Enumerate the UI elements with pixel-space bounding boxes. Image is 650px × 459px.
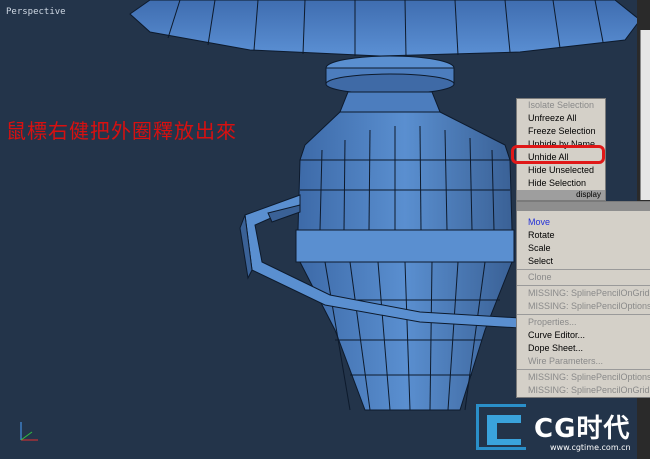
menu-item-isolate-selection[interactable]: Isolate Selection [517,99,605,112]
menu-item-scale[interactable]: Scale [517,242,650,255]
logo-mark-icon [476,404,526,450]
menu-item-missing-spline-pencil-ongrid-2[interactable]: MISSING: SplinePencilOnGrid`Sp [517,384,650,397]
menu-item-wire-parameters[interactable]: Wire Parameters... [517,355,650,368]
menu-item-dope-sheet[interactable]: Dope Sheet... [517,342,650,355]
cgtime-logo: CG时代 www.cgtime.com.cn [476,402,646,458]
tutorial-annotation: 鼠標右健把外圈釋放出來 [6,119,237,143]
quad-title-transform [517,202,650,211]
quad-title-display: display [517,190,605,200]
menu-item-clone[interactable]: Clone [517,271,650,284]
menu-separator [517,369,650,370]
menu-separator [517,285,650,286]
menu-item-move[interactable]: Move [517,216,650,229]
menu-item-hide-selection[interactable]: Hide Selection [517,177,605,190]
menu-item-missing-spline-pencil-ongrid[interactable]: MISSING: SplinePencilOnGrid`Sp [517,287,650,300]
menu-item-hide-unselected[interactable]: Hide Unselected [517,164,605,177]
viewport-label[interactable]: Perspective [6,7,66,17]
menu-separator [517,269,650,270]
menu-item-properties[interactable]: Properties... [517,316,650,329]
command-panel-edge[interactable] [640,30,650,200]
menu-item-missing-spline-pencil-options[interactable]: MISSING: SplinePencilOptions`Sp [517,300,650,313]
menu-item-rotate[interactable]: Rotate [517,229,650,242]
logo-url: www.cgtime.com.cn [550,443,631,452]
quad-menu-transform: Move Rotate Scale Select Clone MISSING: … [516,201,650,398]
logo-text: CG时代 [534,414,631,444]
axis-tripod-icon [20,422,38,441]
menu-item-missing-spline-pencil-options-2[interactable]: MISSING: SplinePencilOptions`Sp [517,371,650,384]
menu-separator [517,314,650,315]
menu-item-unfreeze-all[interactable]: Unfreeze All [517,112,605,125]
menu-item-select[interactable]: Select [517,255,650,268]
highlight-ring [511,145,605,164]
menu-item-curve-editor[interactable]: Curve Editor... [517,329,650,342]
menu-item-freeze-selection[interactable]: Freeze Selection [517,125,605,138]
